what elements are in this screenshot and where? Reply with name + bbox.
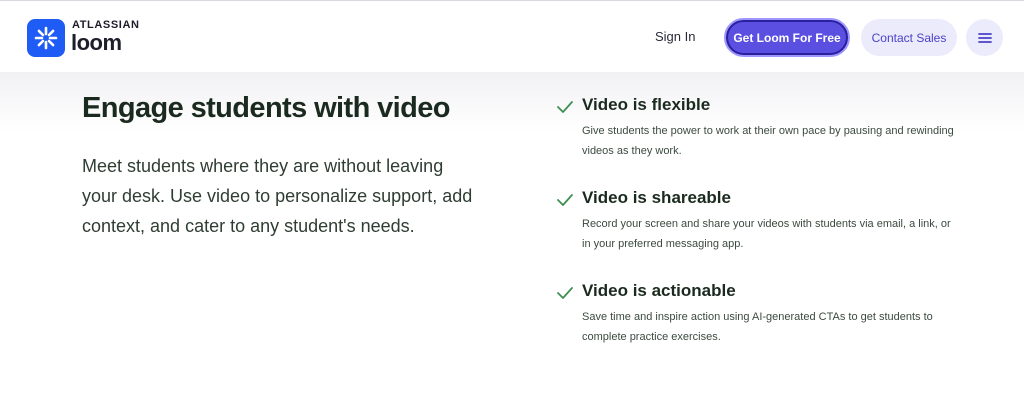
loom-logo-icon[interactable]	[27, 19, 65, 57]
feature-title: Video is flexible	[582, 95, 711, 114]
feature-title: Video is shareable	[582, 188, 731, 207]
checkmark-icon	[557, 101, 573, 113]
section-heading: Engage students with video	[82, 92, 450, 124]
hamburger-menu-icon	[977, 32, 992, 43]
feature-description: Save time and inspire action using AI-ge…	[582, 311, 933, 343]
checkmark-icon	[557, 194, 573, 206]
get-loom-free-button[interactable]: Get Loom For Free	[724, 18, 850, 57]
brand-product-name[interactable]: loom	[71, 30, 122, 56]
feature-title: Video is actionable	[582, 281, 736, 300]
contact-sales-button[interactable]: Contact Sales	[861, 19, 957, 56]
feature-description: Record your screen and share your videos…	[582, 218, 951, 250]
feature-description: Give students the power to work at their…	[582, 125, 954, 157]
top-navigation-bar: ATLASSIAN loom Sign In Get Loom For Free…	[0, 0, 1024, 72]
hamburger-menu-button[interactable]	[966, 19, 1003, 56]
section-lead-paragraph: Meet students where they are without lea…	[82, 156, 473, 236]
checkmark-icon	[557, 287, 573, 299]
sign-in-link[interactable]: Sign In	[655, 29, 695, 44]
